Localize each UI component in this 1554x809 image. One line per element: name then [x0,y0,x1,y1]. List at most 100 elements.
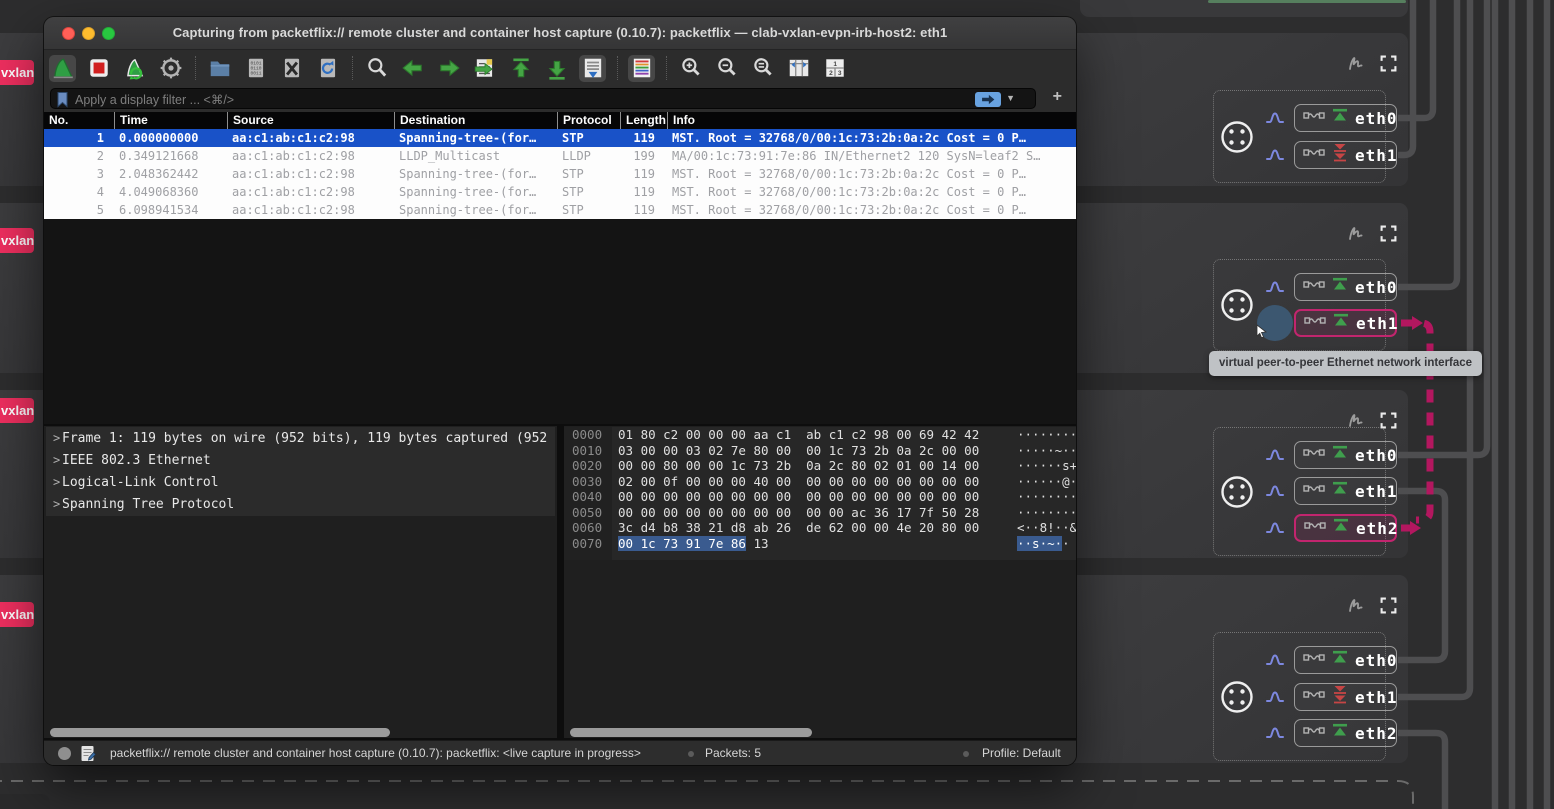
packet-row[interactable]: 32.048362442aa:c1:ab:c1:c2:98Spanning-tr… [44,165,1076,183]
packet-row[interactable]: 56.098941534aa:c1:ab:c1:c2:98Spanning-tr… [44,201,1076,219]
column-header-protocol[interactable]: Protocol [557,112,620,129]
interface-button-eth1[interactable]: eth1 [1294,141,1397,169]
node-panel: eth0 eth1 eth2 [1058,390,1408,558]
apply-filter-arrow-icon[interactable] [975,92,1001,107]
previous-packet-icon[interactable] [399,55,426,82]
packet-row[interactable]: 20.349121668aa:c1:ab:c1:c2:98LLDP_Multic… [44,147,1076,165]
column-header-no[interactable]: No. [44,112,114,129]
interface-label: eth1 [1356,314,1399,333]
restart-capture-icon[interactable] [121,55,148,82]
capture-options-icon[interactable] [157,55,184,82]
hex-bytes: 01 80 c2 00 00 00 aa c1 ab c1 c2 98 00 6… [618,427,979,443]
wave-icon[interactable] [1264,722,1286,744]
hex-row[interactable]: 001003 00 00 03 02 7e 80 00 00 1c 73 2b … [564,443,1076,459]
save-file-icon[interactable]: 010101100011 [242,55,269,82]
wave-icon[interactable] [1264,480,1286,502]
hex-row[interactable]: 000001 80 c2 00 00 00 aa c1 ab c1 c2 98 … [564,427,1076,443]
wave-icon[interactable] [1264,649,1286,671]
interface-button-eth2[interactable]: eth2 [1294,719,1397,747]
interface-label: eth2 [1355,724,1398,743]
bookmark-icon[interactable] [55,91,71,108]
interface-button-eth0[interactable]: eth0 [1294,441,1397,469]
hex-row[interactable]: 002000 00 80 00 00 1c 73 2b 0a 2c 80 02 … [564,458,1076,474]
find-packet-icon[interactable] [363,55,390,82]
display-filter-input[interactable]: Apply a display filter ... <⌘/> ▼ [50,88,1036,109]
node-label-badge[interactable]: vxlan-e [0,398,34,423]
bytes-horizontal-scrollbar[interactable] [570,728,812,737]
layout-123-icon[interactable]: 123 [821,55,848,82]
expand-icon[interactable] [1379,54,1398,73]
capture-squiggle-icon[interactable] [1346,223,1368,245]
expand-icon[interactable] [1379,596,1398,615]
hex-row[interactable]: 007000 1c 73 91 7e 86 13··s·~·· [564,536,1076,552]
node-label-badge[interactable]: vxlan-e [0,602,34,627]
expand-caret-icon[interactable]: > [46,471,62,493]
detail-horizontal-scrollbar[interactable] [50,728,390,737]
detail-tree-item[interactable]: >Spanning Tree Protocol [46,493,555,515]
zoom-reset-icon[interactable] [749,55,776,82]
node-label-badge[interactable]: vxlan-e [0,228,34,253]
capture-squiggle-icon[interactable] [1346,53,1368,75]
expert-info-icon[interactable] [58,747,71,760]
stop-capture-icon[interactable] [85,55,112,82]
packet-row[interactable]: 44.049068360aa:c1:ab:c1:c2:98Spanning-tr… [44,183,1076,201]
last-packet-icon[interactable] [543,55,570,82]
interface-button-eth0[interactable]: eth0 [1294,104,1397,132]
wave-icon[interactable] [1264,107,1286,129]
auto-scroll-icon[interactable] [579,55,606,82]
wave-icon[interactable] [1264,144,1286,166]
wave-icon[interactable] [1264,312,1286,334]
add-filter-button[interactable]: + [1053,88,1062,106]
reload-file-icon[interactable] [314,55,341,82]
packet-list-header[interactable]: No.TimeSourceDestinationProtocolLengthIn… [44,112,1076,129]
interface-button-eth0[interactable]: eth0 [1294,273,1397,301]
hex-row[interactable]: 004000 00 00 00 00 00 00 00 00 00 00 00 … [564,489,1076,505]
interface-button-eth1[interactable]: eth1 [1294,309,1397,337]
hex-row[interactable]: 005000 00 00 00 00 00 00 00 00 00 ac 36 … [564,505,1076,521]
detail-tree-item[interactable]: >Frame 1: 119 bytes on wire (952 bits), … [46,427,555,449]
wave-icon[interactable] [1264,444,1286,466]
profile-selector[interactable]: Profile: Default [982,746,1061,760]
packet-bytes-pane[interactable]: 000001 80 c2 00 00 00 aa c1 ab c1 c2 98 … [564,426,1076,738]
close-file-icon[interactable] [278,55,305,82]
column-header-destination[interactable]: Destination [394,112,557,129]
first-packet-icon[interactable] [507,55,534,82]
capture-comment-icon[interactable] [80,745,96,762]
wave-icon[interactable] [1264,686,1286,708]
detail-tree-item[interactable]: >IEEE 802.3 Ethernet [46,449,555,471]
detail-tree-item[interactable]: >Logical-Link Control [46,471,555,493]
resize-columns-icon[interactable] [785,55,812,82]
hex-row[interactable]: 00603c d4 b8 38 21 d8 ab 26 de 62 00 00 … [564,520,1076,536]
zoom-out-icon[interactable] [713,55,740,82]
wave-icon[interactable] [1264,276,1286,298]
zoom-in-icon[interactable] [677,55,704,82]
expand-caret-icon[interactable]: > [46,493,62,515]
start-capture-icon[interactable] [49,55,76,82]
wave-icon[interactable] [1264,517,1286,539]
hex-row[interactable]: 003002 00 0f 00 00 00 40 00 00 00 00 00 … [564,474,1076,490]
column-header-source[interactable]: Source [227,112,394,129]
column-header-time[interactable]: Time [114,112,227,129]
interface-button-eth0[interactable]: eth0 [1294,646,1397,674]
column-header-info[interactable]: Info [667,112,1076,129]
window-titlebar[interactable]: Capturing from packetflix:// remote clus… [44,17,1076,50]
packet-detail-pane[interactable]: >Frame 1: 119 bytes on wire (952 bits), … [44,426,557,738]
expand-icon[interactable] [1379,224,1398,243]
hex-bytes: 02 00 0f 00 00 00 40 00 00 00 00 00 00 0… [618,474,979,490]
open-file-icon[interactable] [206,55,233,82]
interface-button-eth2[interactable]: eth2 [1294,514,1397,542]
hex-bytes: 00 00 00 00 00 00 00 00 00 00 ac 36 17 7… [618,505,979,521]
next-packet-icon[interactable] [435,55,462,82]
column-header-length[interactable]: Length [620,112,667,129]
node-label-badge[interactable]: vxlan-e [0,60,34,85]
filter-history-caret-icon[interactable]: ▼ [1006,93,1015,103]
interface-label: eth2 [1356,519,1399,538]
interface-button-eth1[interactable]: eth1 [1294,477,1397,505]
expand-caret-icon[interactable]: > [46,449,62,471]
interface-button-eth1[interactable]: eth1 [1294,683,1397,711]
goto-packet-icon[interactable] [471,55,498,82]
packet-row[interactable]: 10.000000000aa:c1:ab:c1:c2:98Spanning-tr… [44,129,1076,147]
expand-caret-icon[interactable]: > [46,427,62,449]
colorize-icon[interactable] [628,55,655,82]
capture-squiggle-icon[interactable] [1346,595,1368,617]
